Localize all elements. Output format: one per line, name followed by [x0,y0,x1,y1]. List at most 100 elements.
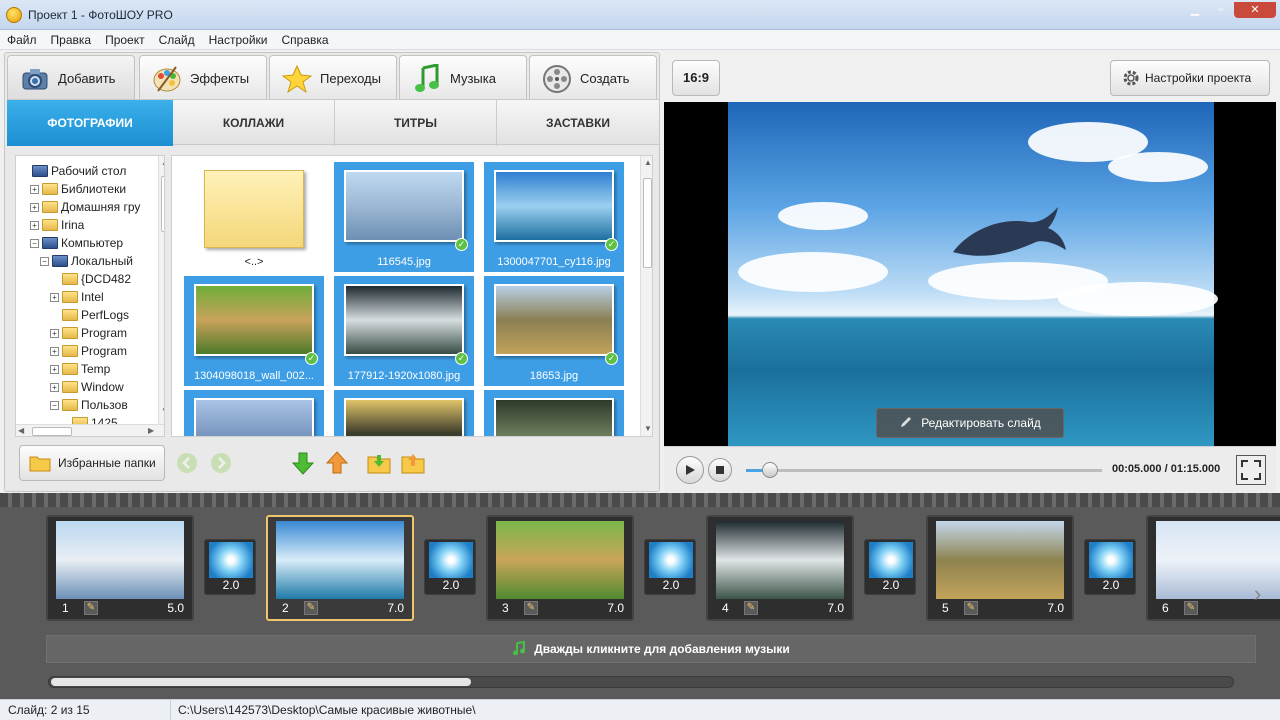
subtab-collages[interactable]: КОЛЛАЖИ [173,100,335,146]
grid-vertical-scrollbar[interactable]: ▲ ▼ [640,156,652,436]
edit-pencil-icon[interactable]: ✎ [304,601,318,615]
seek-handle[interactable] [761,462,778,478]
tree-item[interactable]: Рабочий стол [20,162,126,180]
tree-item[interactable]: + Temp [50,360,110,378]
tab-add[interactable]: Добавить [7,55,135,101]
aspect-ratio-button[interactable]: 16:9 [672,60,720,96]
tree-expander-icon[interactable]: + [30,184,39,194]
edit-pencil-icon[interactable]: ✎ [1184,601,1198,615]
edit-pencil-icon[interactable]: ✎ [964,601,978,615]
timeline-transition[interactable]: 2.0 [424,539,476,595]
tree-item[interactable]: {DCD482 [50,270,131,288]
photo-item[interactable]: ✓ 116545.jpg [334,162,474,272]
favorite-folders-button[interactable]: Избранные папки [19,445,165,481]
tab-music[interactable]: Музыка [399,55,527,101]
tree-expander-icon[interactable]: + [50,346,59,356]
timeline-slide[interactable]: 1 ✎ 5.0 [46,515,194,621]
tree-expander-icon[interactable]: + [30,220,39,230]
tree-expander-icon[interactable]: + [50,382,59,392]
subtab-titles[interactable]: ТИТРЫ [335,100,497,146]
edit-pencil-icon[interactable]: ✎ [524,601,538,615]
timeline-transition[interactable]: 2.0 [644,539,696,595]
gear-icon [1121,66,1141,90]
tree-expander-icon[interactable]: + [50,292,59,302]
project-settings-button[interactable]: Настройки проекта [1110,60,1270,96]
tree-item[interactable]: − Компьютер [30,234,123,252]
folder-down-icon[interactable] [367,451,391,475]
tree-item[interactable]: + Библиотеки [30,180,126,198]
transition-preview-icon [869,542,913,578]
tree-item[interactable]: + Window [50,378,124,396]
timeline-slide[interactable]: 4 ✎ 7.0 [706,515,854,621]
tree-item[interactable]: PerfLogs [50,306,129,324]
play-button[interactable] [676,456,704,484]
edit-slide-button[interactable]: Редактировать слайд [876,408,1064,438]
subtab-intros[interactable]: ЗАСТАВКИ [497,100,659,146]
tree-item-label: Рабочий стол [51,164,127,178]
tree-expander-icon[interactable]: + [30,202,39,212]
tab-create-label: Создать [580,71,630,86]
slide-thumbnail [936,521,1064,599]
menu-edit[interactable]: Правка [44,30,99,50]
subtab-photos[interactable]: ФОТОГРАФИИ [7,100,173,146]
tree-item[interactable]: + Домашняя гру [30,198,140,216]
tree-item[interactable]: + Irina [30,216,84,234]
forward-arrow-icon[interactable] [209,451,233,475]
menu-file[interactable]: Файл [0,30,44,50]
photo-item[interactable]: ✓ 18653.jpg [484,276,624,386]
add-down-arrow-icon[interactable] [291,451,315,475]
minimize-button[interactable]: ▁ [1182,2,1208,18]
timeline-scrollbar[interactable] [48,676,1234,688]
edit-pencil-icon[interactable]: ✎ [744,601,758,615]
tree-item[interactable]: − Локальный [40,252,133,270]
stop-button[interactable] [708,458,732,482]
timeline-next-arrow-icon[interactable]: › [1254,581,1261,607]
tab-create[interactable]: Создать [529,55,657,101]
timeline-transition[interactable]: 2.0 [1084,539,1136,595]
up-arrow-icon[interactable] [325,451,349,475]
timeline-slide[interactable]: 2 ✎ 7.0 [266,515,414,621]
tab-effects[interactable]: Эффекты [139,55,267,101]
timeline-transition[interactable]: 2.0 [864,539,916,595]
tab-transitions[interactable]: Переходы [269,55,397,101]
fullscreen-button[interactable] [1236,455,1266,485]
tree-horizontal-scrollbar[interactable]: ◀ ▶ [16,424,164,436]
tree-item[interactable]: − Пользов [50,396,128,414]
photo-item[interactable]: ✓ 1300047701_cy116.jpg [484,162,624,272]
timeline-slide[interactable]: 5 ✎ 7.0 [926,515,1074,621]
tree-expander-icon[interactable]: − [40,256,49,266]
photo-item[interactable]: ✓ 1304098018_wall_002... [184,276,324,386]
slide-thumbnail [56,521,184,599]
edit-pencil-icon[interactable]: ✎ [84,601,98,615]
slide-counter: Слайд: 2 из 15 [8,703,90,717]
maximize-button[interactable]: ▫ [1208,2,1234,18]
tree-item-label: PerfLogs [81,308,130,322]
close-button[interactable]: ✕ [1234,2,1276,18]
tree-item[interactable]: + Program [50,324,127,342]
folder-up-icon[interactable] [401,451,425,475]
timeline-slide[interactable]: 3 ✎ 7.0 [486,515,634,621]
seek-bar[interactable] [746,462,1102,478]
photo-item[interactable] [184,390,324,436]
parent-folder-item[interactable]: <..> [184,162,324,272]
photo-item[interactable] [334,390,474,436]
tree-vertical-scrollbar[interactable]: ▲ ▼ [158,156,164,424]
folder-icon [62,363,78,375]
menu-help[interactable]: Справка [274,30,335,50]
timeline-scroll-thumb[interactable] [51,678,471,686]
menu-settings[interactable]: Настройки [202,30,275,50]
timeline-transition[interactable]: 2.0 [204,539,256,595]
photo-item[interactable]: ✓ 177912-1920x1080.jpg [334,276,474,386]
tree-expander-icon[interactable]: + [50,364,59,374]
file-name: 116545.jpg [377,256,431,268]
photo-item[interactable] [484,390,624,436]
menu-slide[interactable]: Слайд [152,30,202,50]
menu-project[interactable]: Проект [98,30,152,50]
back-arrow-icon[interactable] [175,451,199,475]
music-track[interactable]: Дважды кликните для добавления музыки [46,635,1256,663]
tree-item[interactable]: + Intel [50,288,104,306]
tree-expander-icon[interactable]: − [50,400,59,410]
tree-item[interactable]: + Program [50,342,127,360]
tree-expander-icon[interactable]: − [30,238,39,248]
tree-expander-icon[interactable]: + [50,328,59,338]
